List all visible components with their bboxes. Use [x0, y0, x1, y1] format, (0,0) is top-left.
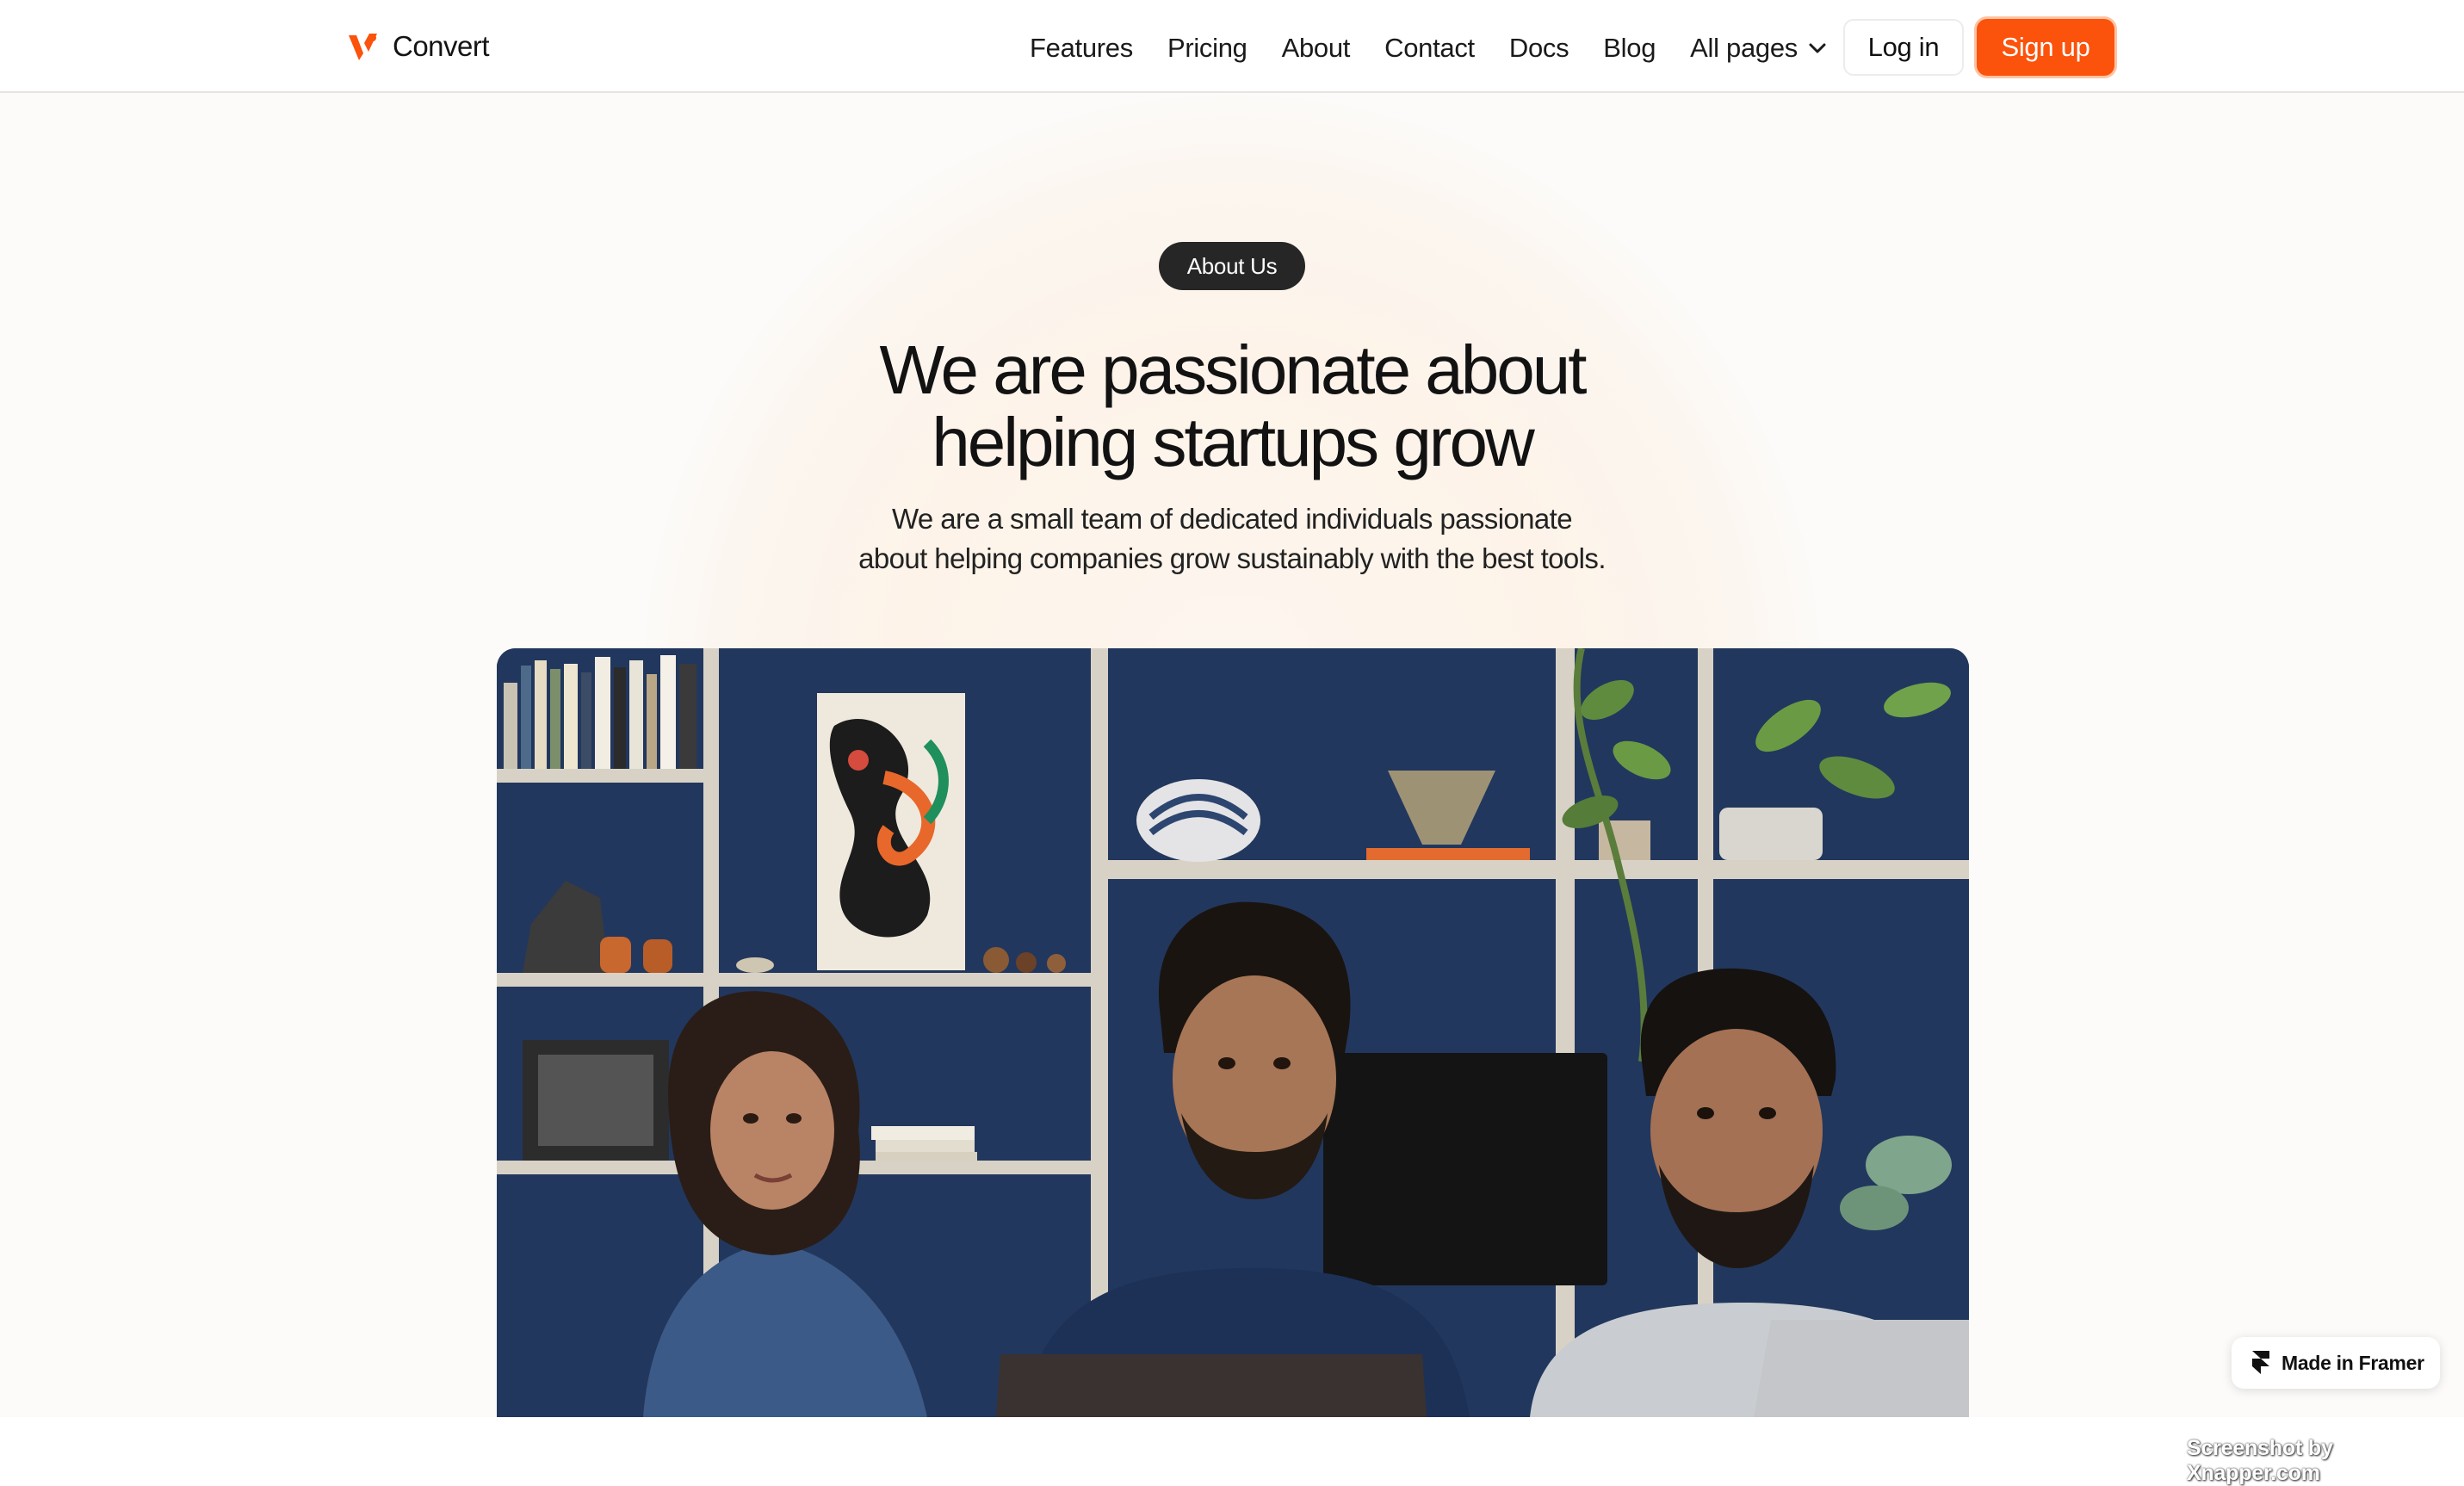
- nav-link-features[interactable]: Features: [1030, 33, 1133, 64]
- login-button[interactable]: Log in: [1843, 19, 1964, 76]
- framer-logo-icon: [2252, 1351, 2269, 1374]
- brand-name: Convert: [393, 30, 490, 62]
- nav-link-pricing[interactable]: Pricing: [1167, 33, 1247, 64]
- hero-title-line-2: helping startups grow: [932, 404, 1534, 480]
- nav-link-contact[interactable]: Contact: [1384, 33, 1475, 64]
- brand-logo-link[interactable]: Convert: [346, 26, 490, 67]
- screenshot-watermark: Screenshot by Xnapper.com: [2187, 1436, 2333, 1485]
- nav-links: Features Pricing About Contact Docs Blog…: [1030, 29, 1827, 67]
- about-us-badge: About Us: [1159, 242, 1305, 290]
- page-background: Convert Features Pricing About Contact D…: [0, 0, 2464, 1417]
- hero-subtitle: We are a small team of dedicated individ…: [802, 499, 1662, 579]
- nav-link-about[interactable]: About: [1282, 33, 1351, 64]
- signup-button[interactable]: Sign up: [1977, 19, 2114, 76]
- chevron-down-icon: [1809, 43, 1826, 53]
- all-pages-label: All pages: [1690, 33, 1798, 63]
- hero-subtitle-line-1: We are a small team of dedicated individ…: [891, 503, 1573, 535]
- nav-link-blog[interactable]: Blog: [1603, 33, 1656, 64]
- hero-subtitle-line-2: about helping companies grow sustainably…: [858, 542, 1606, 574]
- team-photo: [497, 648, 1969, 1417]
- nav-link-docs[interactable]: Docs: [1509, 33, 1569, 64]
- made-in-framer-label: Made in Framer: [2281, 1351, 2424, 1374]
- convert-logo-icon: [349, 34, 377, 60]
- hero-title-line-1: We are passionate about: [879, 331, 1587, 408]
- all-pages-dropdown[interactable]: All pages: [1690, 33, 1827, 64]
- top-navbar: Convert Features Pricing About Contact D…: [0, 0, 2464, 93]
- made-in-framer-badge[interactable]: Made in Framer: [2232, 1337, 2440, 1389]
- hero-title: We are passionate about helping startups…: [715, 334, 1749, 479]
